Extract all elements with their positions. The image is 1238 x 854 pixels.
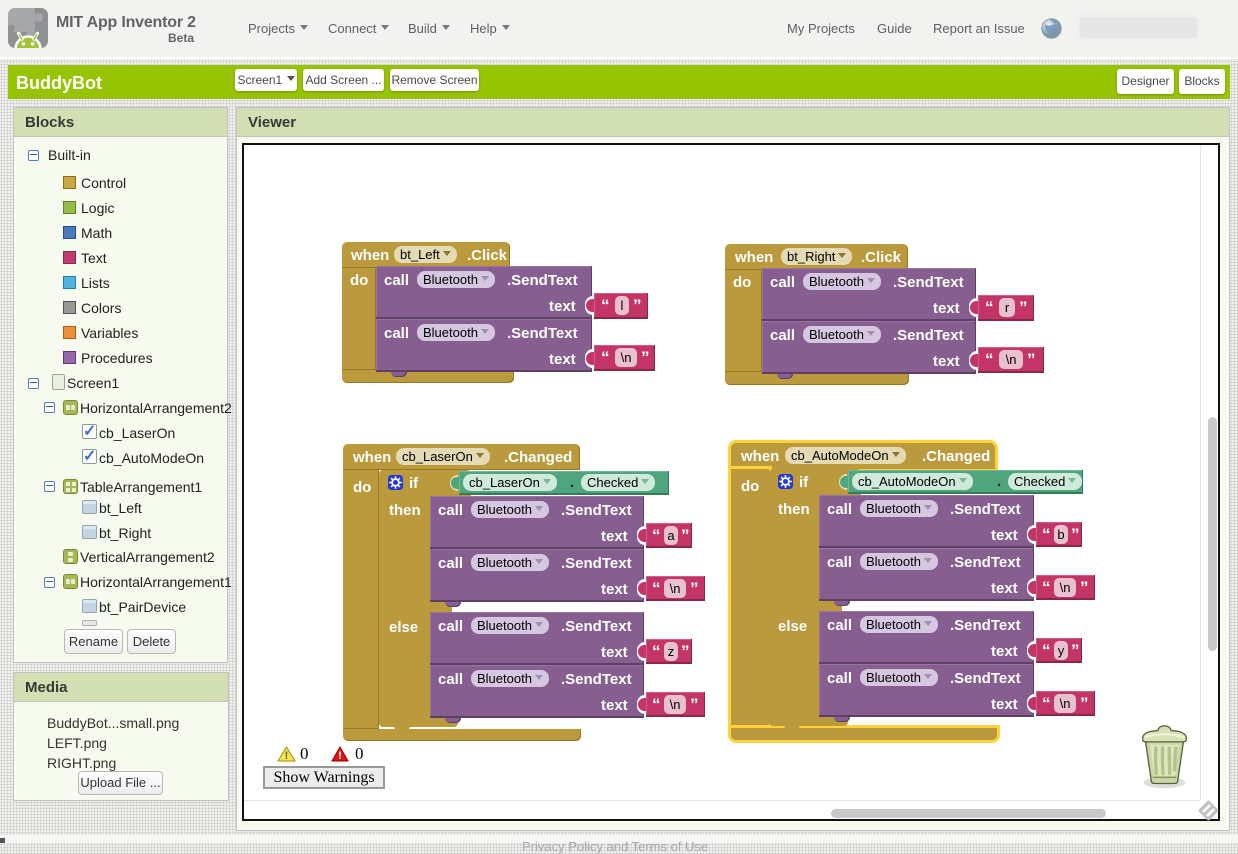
svg-text:!: ! (338, 750, 342, 762)
svg-text:!: ! (285, 750, 289, 762)
